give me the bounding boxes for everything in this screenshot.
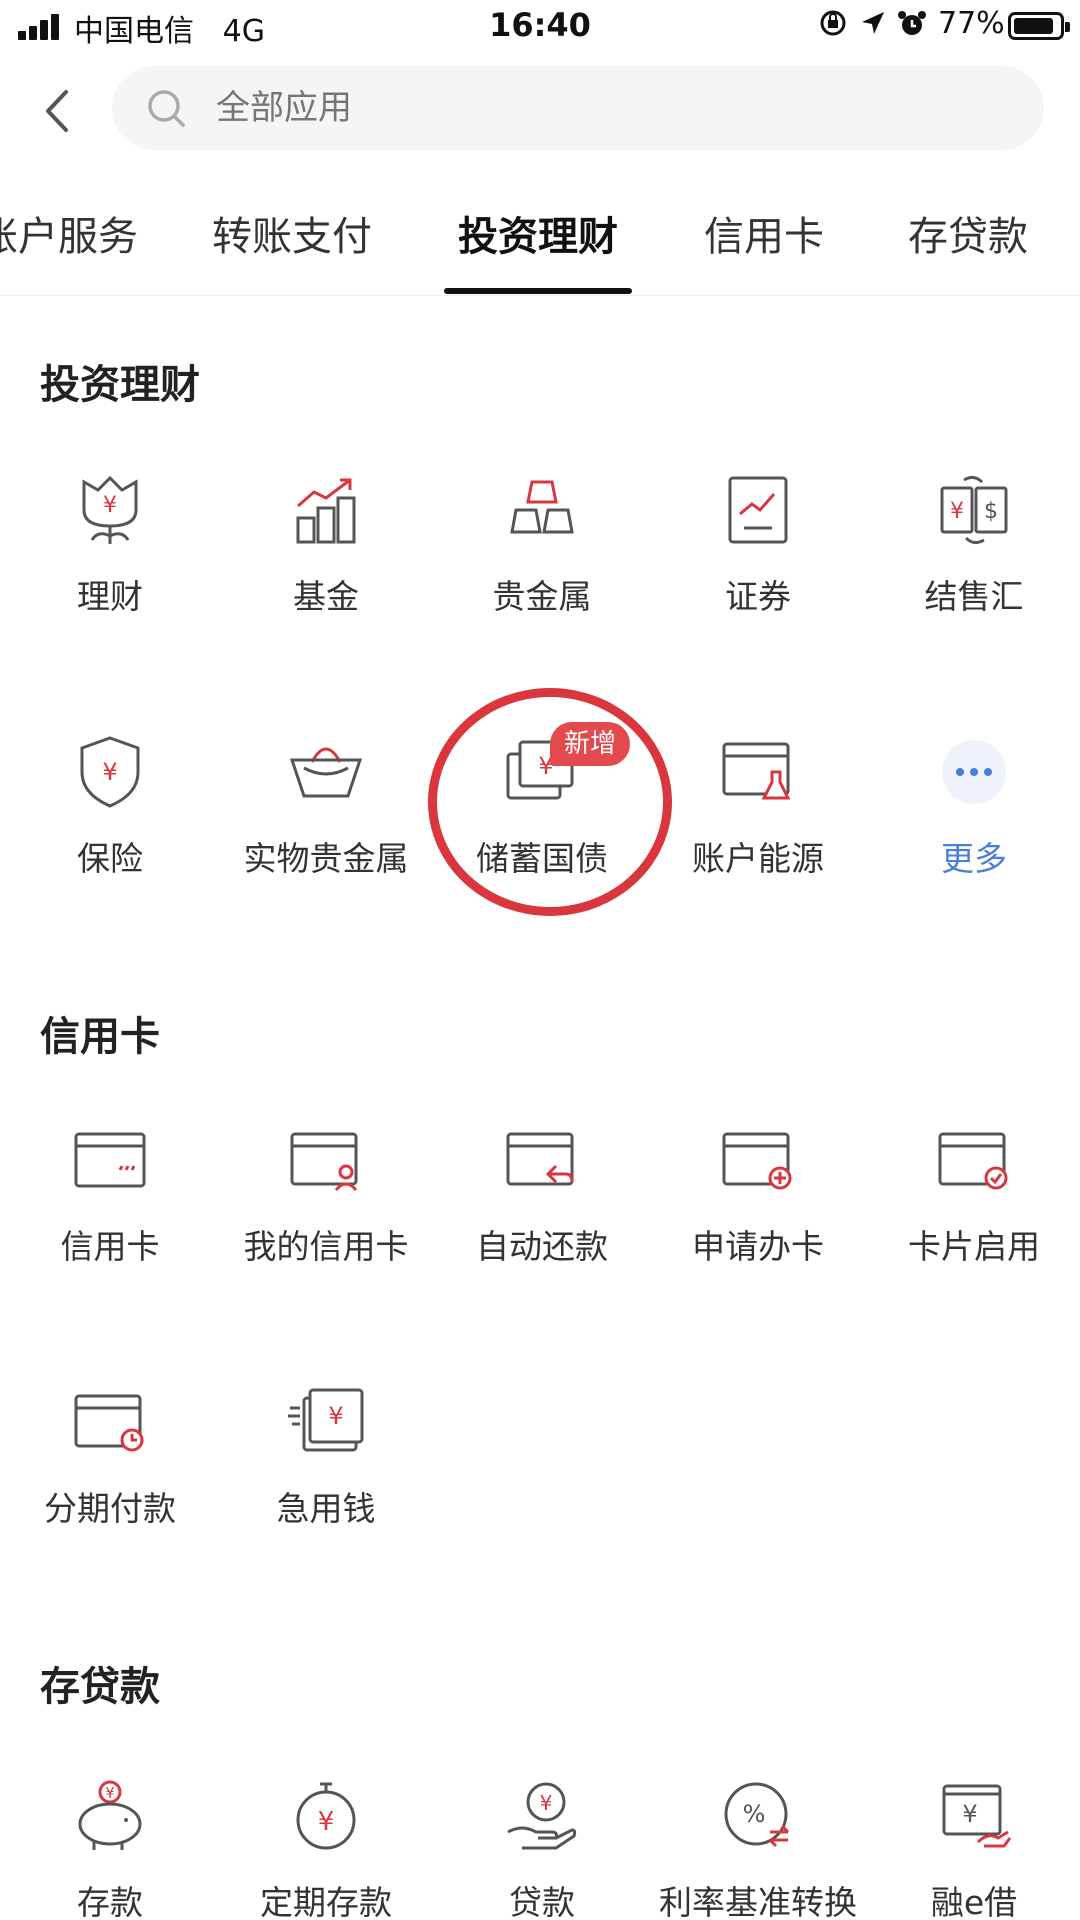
card-repay-icon	[506, 1132, 574, 1186]
menu-item-apply-card[interactable]: 申请办卡	[650, 1120, 866, 1310]
menu-item-card-activate[interactable]: 卡片启用	[866, 1120, 1080, 1310]
menu-label: 融e借	[930, 1883, 1018, 1920]
menu-label: 实物贵金属	[243, 839, 409, 878]
shield-yuan-icon: ¥	[80, 736, 140, 808]
svg-text:¥: ¥	[105, 1784, 115, 1802]
bar-chart-up-icon	[296, 478, 356, 544]
menu-label: 存款	[77, 1883, 143, 1920]
section-title-credit-card: 信用卡	[40, 1014, 160, 1060]
tab-deposit-loan[interactable]: 存贷款	[908, 204, 1028, 262]
menu-label: 理财	[77, 577, 143, 616]
svg-text:¥: ¥	[318, 1807, 335, 1837]
piggy-bank-icon: ¥	[78, 1780, 142, 1850]
gold-bars-icon	[510, 480, 574, 534]
menu-item-credit-card[interactable]: 信用卡	[2, 1120, 218, 1310]
menu-item-installment[interactable]: 分期付款	[2, 1382, 218, 1572]
menu-label: 信用卡	[60, 1227, 160, 1266]
menu-label: 分期付款	[44, 1489, 176, 1528]
battery-percent: 77%	[938, 6, 1005, 41]
svg-text:¥: ¥	[103, 493, 117, 518]
credit-card-icon	[74, 1132, 146, 1188]
menu-label: 更多	[941, 839, 1007, 878]
menu-item-quick-cash[interactable]: ¥ 急用钱	[218, 1382, 434, 1572]
menu-item-fixed-deposit[interactable]: ¥ 定期存款	[218, 1776, 434, 1920]
menu-label: 自动还款	[476, 1227, 608, 1266]
menu-item-insurance[interactable]: ¥ 保险	[2, 732, 218, 922]
menu-item-auto-repay[interactable]: 自动还款	[434, 1120, 650, 1310]
category-tabs: 账户服务 转账支付 投资理财 信用卡 存贷款	[0, 176, 1080, 296]
svg-text:¥: ¥	[102, 758, 117, 786]
menu-label: 贵金属	[492, 577, 592, 616]
search-icon	[148, 90, 185, 127]
menu-label: 卡片启用	[908, 1227, 1040, 1266]
tab-transfer-payment[interactable]: 转账支付	[212, 204, 372, 262]
menu-label: 证券	[725, 577, 791, 616]
menu-label: 基金	[293, 577, 359, 616]
timer-yuan-icon: ¥	[296, 1782, 356, 1850]
hand-coin-icon: ¥	[507, 1782, 577, 1850]
menu-item-rate-conversion[interactable]: % 利率基准转换	[650, 1776, 866, 1920]
hand-card-yuan-icon: ¥	[942, 1784, 1012, 1848]
menu-label: 定期存款	[260, 1883, 392, 1920]
menu-item-wealth[interactable]: ¥ 理财	[2, 470, 218, 660]
card-clock-icon	[74, 1394, 144, 1452]
menu-item-more[interactable]: 更多	[866, 732, 1080, 922]
svg-text:¥: ¥	[540, 1791, 553, 1815]
svg-text:%: %	[743, 1800, 766, 1828]
card-user-icon	[290, 1132, 358, 1192]
flower-yuan-icon: ¥	[82, 475, 138, 544]
menu-label: 结售汇	[924, 577, 1024, 616]
section-title-deposit-loan: 存贷款	[40, 1664, 160, 1710]
menu-item-account-energy[interactable]: 账户能源	[650, 732, 866, 922]
tab-investment[interactable]: 投资理财	[458, 204, 618, 262]
svg-text:¥: ¥	[328, 1402, 343, 1430]
menu-item-rong-e-jie[interactable]: ¥ 融e借	[866, 1776, 1080, 1920]
location-arrow-icon	[858, 8, 888, 45]
menu-label: 申请办卡	[692, 1227, 824, 1266]
battery-icon	[1008, 12, 1070, 40]
menu-label: 利率基准转换	[659, 1883, 857, 1920]
status-bar: 中国电信 4G 16:40 77%	[0, 0, 1080, 56]
percent-exchange-icon: %	[724, 1782, 790, 1848]
tab-credit-card[interactable]: 信用卡	[704, 204, 824, 262]
new-badge: 新增	[550, 722, 631, 766]
menu-item-my-credit-card[interactable]: 我的信用卡	[218, 1120, 434, 1310]
menu-label: 账户能源	[692, 839, 824, 878]
currency-exchange-icon: ¥ $	[940, 475, 1008, 545]
active-tab-indicator	[444, 288, 632, 294]
alarm-icon	[896, 8, 928, 47]
menu-item-physical-metal[interactable]: 实物贵金属	[218, 732, 434, 922]
search-bar[interactable]	[112, 66, 1044, 150]
menu-item-securities[interactable]: 证券	[650, 470, 866, 660]
menu-label: 急用钱	[276, 1489, 376, 1528]
rotation-lock-icon	[818, 8, 848, 45]
menu-label: 贷款	[509, 1883, 575, 1920]
back-button[interactable]	[38, 86, 88, 136]
svg-text:¥: ¥	[950, 499, 964, 524]
menu-label: 我的信用卡	[243, 1227, 409, 1266]
quick-cash-icon: ¥	[288, 1388, 364, 1452]
highlight-circle	[428, 688, 672, 916]
chevron-left-icon	[46, 90, 68, 132]
search-input[interactable]	[216, 66, 816, 150]
section-title-investment: 投资理财	[40, 362, 200, 408]
svg-text:¥: ¥	[962, 1800, 977, 1828]
more-dots-icon	[942, 740, 1006, 804]
menu-label: 保险	[77, 839, 143, 878]
svg-text:$: $	[984, 499, 998, 524]
menu-item-precious-metal[interactable]: 贵金属	[434, 470, 650, 660]
menu-item-loan[interactable]: ¥ 贷款	[434, 1776, 650, 1920]
gold-ingot-icon	[289, 747, 363, 798]
card-activate-icon	[938, 1132, 1008, 1190]
menu-item-deposit[interactable]: ¥ 存款	[2, 1776, 218, 1920]
stock-chart-icon	[728, 476, 788, 544]
card-flask-icon	[722, 742, 791, 800]
menu-item-fx-exchange[interactable]: ¥ $ 结售汇	[866, 470, 1080, 660]
tab-account-services[interactable]: 账户服务	[0, 204, 138, 262]
card-apply-icon	[722, 1132, 792, 1190]
menu-item-fund[interactable]: 基金	[218, 470, 434, 660]
